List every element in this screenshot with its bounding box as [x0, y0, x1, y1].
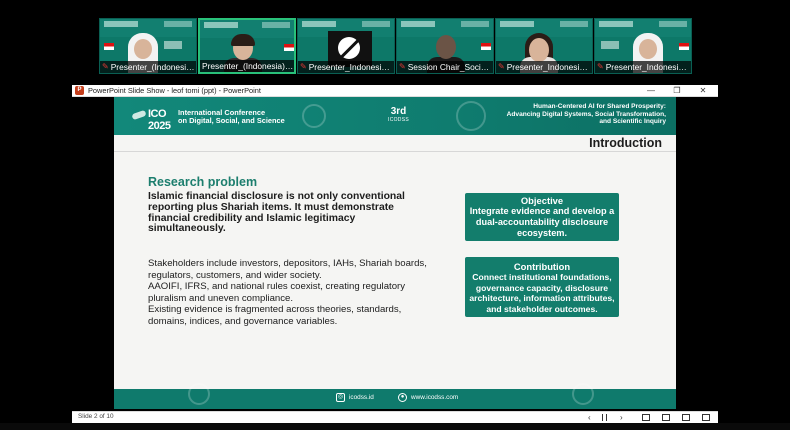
next-slide-button[interactable]: › — [620, 413, 623, 423]
window-titlebar[interactable]: P PowerPoint Slide Show - leof tomi (ppt… — [72, 85, 718, 97]
wing-icon — [131, 109, 147, 121]
footer-website: ● www.icodss.com — [398, 393, 458, 402]
status-bar: Slide 2 of 10 ‹ › — [72, 411, 718, 423]
conference-logo: ICO 2025 — [131, 108, 176, 132]
close-button[interactable]: ✕ — [690, 85, 716, 97]
research-problem-lead: Islamic financial disclosure is not only… — [148, 191, 405, 235]
powerpoint-window: P PowerPoint Slide Show - leof tomi (ppt… — [72, 85, 718, 430]
participant-strip: ✎ Presenter_(Indonesia)_... Presenter_(In… — [0, 18, 790, 74]
participant-tile[interactable]: ✎ Presenter_Indonesia -... — [495, 18, 593, 74]
minimize-button[interactable]: — — [638, 85, 664, 97]
mic-muted-icon: ✎ — [597, 62, 604, 71]
participant-tile[interactable]: ✎ Presenter_(Indonesia)_... — [99, 18, 197, 74]
conference-theme: Human-Centered AI for Shared Prosperity:… — [506, 103, 666, 126]
participant-name: Presenter_(Indonesia)_... — [110, 62, 196, 72]
restore-button[interactable]: ❐ — [664, 85, 690, 97]
atom-icon — [302, 104, 326, 128]
mic-muted-icon: ✎ — [399, 62, 406, 71]
powerpoint-app-icon: P — [75, 86, 84, 95]
normal-view-icon[interactable] — [642, 414, 650, 421]
footer-instagram: ◎ icodss.id — [336, 393, 374, 402]
participant-name: Presenter_(Indonesia)_To... — [202, 61, 294, 71]
participant-name: Presenter_Indonesia -... — [506, 62, 592, 72]
atom-icon — [572, 383, 594, 405]
mic-muted-icon: ✎ — [300, 62, 307, 71]
flag-icon — [284, 44, 294, 51]
conference-name: International Conference on Digital, Soc… — [178, 108, 285, 126]
slide-stage[interactable]: ICO 2025 International Conference on Dig… — [72, 97, 718, 411]
flag-icon — [481, 43, 491, 50]
mic-muted-icon: ✎ — [498, 62, 505, 71]
participant-name: Session Chair_Social 1... — [407, 62, 493, 72]
participant-tile[interactable]: ✎ Session Chair_Social 1... — [396, 18, 494, 74]
slide-footer: ◎ icodss.id ● www.icodss.com — [114, 383, 676, 409]
participant-tile[interactable]: ✎ Presenter_Indonesia_... — [594, 18, 692, 74]
slideshow-view-icon[interactable] — [702, 414, 710, 421]
window-title: PowerPoint Slide Show - leof tomi (ppt) … — [88, 86, 261, 95]
contribution-card: Contribution Connect institutional found… — [465, 257, 619, 317]
research-problem-body: Stakeholders include investors, deposito… — [148, 258, 427, 327]
participant-tile[interactable]: ✎ Presenter_Indonesia_F... — [297, 18, 395, 74]
section-title: Introduction — [589, 136, 662, 150]
pause-icon[interactable] — [602, 414, 607, 421]
atom-icon — [188, 383, 210, 405]
slide-counter: Slide 2 of 10 — [78, 413, 114, 420]
participant-name: Presenter_Indonesia_... — [605, 62, 691, 72]
flag-icon — [104, 43, 114, 50]
slide[interactable]: ICO 2025 International Conference on Dig… — [114, 97, 676, 409]
mic-muted-icon: ✎ — [102, 62, 109, 71]
research-problem-title: Research problem — [148, 175, 258, 189]
previous-slide-button[interactable]: ‹ — [588, 413, 591, 423]
slide-sorter-icon[interactable] — [662, 414, 670, 421]
flag-icon — [679, 43, 689, 50]
objective-card: Objective Integrate evidence and develop… — [465, 193, 619, 241]
edition-label: 3rd ICODSS — [388, 106, 409, 124]
meeting-controls-strip — [0, 423, 790, 430]
participant-tile-active-speaker[interactable]: Presenter_(Indonesia)_To... — [198, 18, 296, 74]
instagram-icon: ◎ — [336, 393, 345, 402]
participant-name: Presenter_Indonesia_F... — [308, 62, 394, 72]
globe-icon: ● — [398, 393, 407, 402]
slide-header: ICO 2025 International Conference on Dig… — [114, 97, 676, 135]
reading-view-icon[interactable] — [682, 414, 690, 421]
divider — [114, 151, 676, 152]
